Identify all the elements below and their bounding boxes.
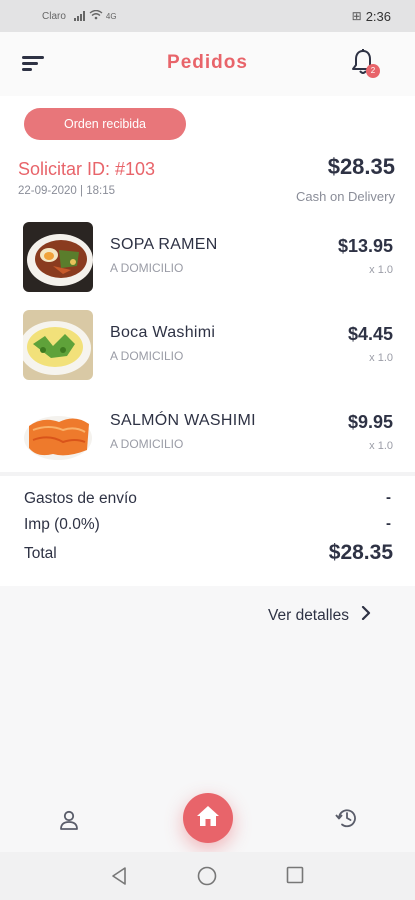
app-header: Pedidos [0,32,415,96]
shipping-label: Gastos de envío [24,490,137,507]
item-type: A DOMICILIO [110,261,184,275]
item-quantity: x 1.0 [369,264,393,276]
tax-label: Imp (0.0%) [24,516,100,533]
item-type: A DOMICILIO [110,349,184,363]
history-icon[interactable] [334,807,358,834]
network-label: 4G [105,11,117,21]
food-image-boca-washimi [23,310,93,380]
user-icon[interactable] [58,809,80,836]
summary-divider [0,472,415,476]
view-details-label: Ver detalles [268,606,349,624]
chevron-right-icon [361,605,371,625]
total-value: $28.35 [328,541,393,564]
item-price: $13.95 [337,236,393,256]
food-image-salmon [23,398,93,468]
item-name: Boca Washimi [110,324,216,341]
battery-icon: ⊞ [351,9,362,23]
payment-method: Cash on Delivery [296,189,395,204]
order-id: Solicitar ID: #103 [18,159,156,179]
list-item[interactable]: SALMÓN WASHIMI A DOMICILIO $9.95 x 1.0 [0,398,415,468]
carrier-label: Claro [42,10,66,22]
item-price: $4.45 [347,324,393,344]
back-icon[interactable] [110,866,128,891]
system-nav-bar [0,852,415,900]
item-name: SALMÓN WASHIMI [110,412,256,429]
item-type: A DOMICILIO [110,437,184,451]
list-item[interactable]: SOPA RAMEN A DOMICILIO $13.95 x 1.0 [0,222,415,292]
bottom-nav [0,785,415,852]
item-price: $9.95 [347,412,393,432]
item-quantity: x 1.0 [369,440,393,452]
status-right: ⊞ 2:36 [352,9,391,24]
clock: 2:36 [365,8,391,24]
item-name: SOPA RAMEN [110,236,218,253]
item-quantity: x 1.0 [369,352,393,364]
order-status-badge: Orden recibida [24,108,186,140]
list-item[interactable]: Boca Washimi A DOMICILIO $4.45 x 1.0 [0,310,415,380]
recents-icon[interactable] [286,866,304,889]
signal-icon [73,11,85,21]
order-date: 22-09-2020 | 18:15 [18,185,115,197]
home-system-icon[interactable] [197,866,217,891]
status-bar: Claro 4G ⊞ 2:36 [0,0,415,32]
total-label: Total [24,545,57,562]
view-details-link[interactable]: Ver detalles [268,605,371,625]
tax-value: - [386,515,391,532]
order-card: Orden recibida Solicitar ID: #103 22-09-… [0,96,415,586]
food-image-ramen [23,222,93,292]
home-icon [196,805,220,832]
wifi-icon [89,9,103,23]
order-total: $28.35 [327,154,395,179]
shipping-value: - [386,489,391,506]
notification-badge: 2 [366,64,380,78]
home-button[interactable] [183,793,233,843]
